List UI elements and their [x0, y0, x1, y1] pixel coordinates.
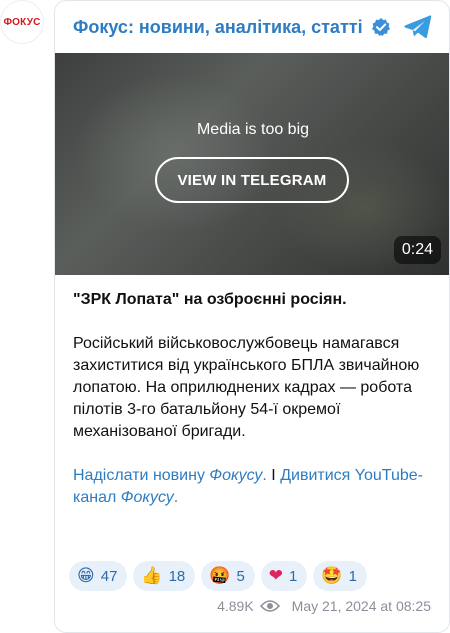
star-struck-icon: 🤩: [321, 565, 343, 586]
reactions-bar: 😁 47 👍 18 🤬 5 ❤ 1 🤩 1: [69, 561, 367, 591]
grinning-face-icon: 😁: [77, 565, 95, 586]
send-news-link[interactable]: Надіслати новину Фокусу.: [73, 467, 267, 484]
post-footer: 4.89K May 21, 2024 at 08:25: [217, 598, 431, 614]
reaction-angry-symbols[interactable]: 🤬 5: [201, 561, 255, 591]
reaction-count: 1: [348, 567, 357, 585]
links-separator: І: [266, 467, 281, 484]
channel-avatar[interactable]: ФОКУС: [0, 0, 44, 44]
reaction-heart[interactable]: ❤ 1: [260, 561, 308, 591]
send-news-link-brand: Фокусу: [209, 467, 263, 484]
post-text: "ЗРК Лопата" на озброєнні росіян. Російс…: [73, 289, 443, 509]
post-headline: "ЗРК Лопата" на озброєнні росіян.: [73, 291, 347, 308]
verified-badge-icon: [371, 17, 391, 37]
video-media-block[interactable]: Media is too big VIEW IN TELEGRAM 0:24: [55, 53, 449, 275]
eye-icon: [259, 599, 280, 613]
red-heart-icon: ❤: [268, 565, 284, 586]
reaction-thumbs-up[interactable]: 👍 18: [133, 561, 196, 591]
view-in-telegram-button[interactable]: VIEW IN TELEGRAM: [155, 157, 349, 203]
reaction-grinning[interactable]: 😁 47: [69, 561, 128, 591]
post-paragraph: Російський військовослужбовець намагався…: [73, 335, 420, 440]
avatar-logo-text: ФОКУС: [3, 16, 41, 28]
send-news-link-text: Надіслати новину: [73, 467, 210, 484]
reaction-count: 47: [100, 567, 118, 585]
post-card: Фокус: новини, аналітика, статті Media i…: [54, 0, 450, 633]
youtube-link-brand: Фокусу: [120, 489, 174, 506]
media-too-big-notice: Media is too big: [196, 121, 310, 138]
reaction-count: 18: [168, 567, 186, 585]
thumbs-up-icon: 👍: [141, 565, 163, 586]
post-header: Фокус: новини, аналітика, статті: [55, 1, 449, 53]
channel-name-link[interactable]: Фокус: новини, аналітика, статті: [73, 17, 363, 38]
video-duration-badge: 0:24: [393, 236, 441, 264]
blurred-preview-area: [75, 73, 275, 233]
reaction-star-struck[interactable]: 🤩 1: [313, 561, 367, 591]
post-links: Надіслати новину Фокусу. І Дивитися YouT…: [73, 465, 443, 509]
angry-face-symbols-icon: 🤬: [209, 565, 231, 586]
youtube-link-end: .: [173, 489, 179, 506]
reaction-count: 5: [236, 567, 245, 585]
post-date-link[interactable]: May 21, 2024 at 08:25: [292, 598, 431, 614]
view-count: 4.89K: [217, 598, 254, 614]
telegram-logo-icon[interactable]: [403, 13, 433, 41]
reaction-count: 1: [289, 567, 298, 585]
